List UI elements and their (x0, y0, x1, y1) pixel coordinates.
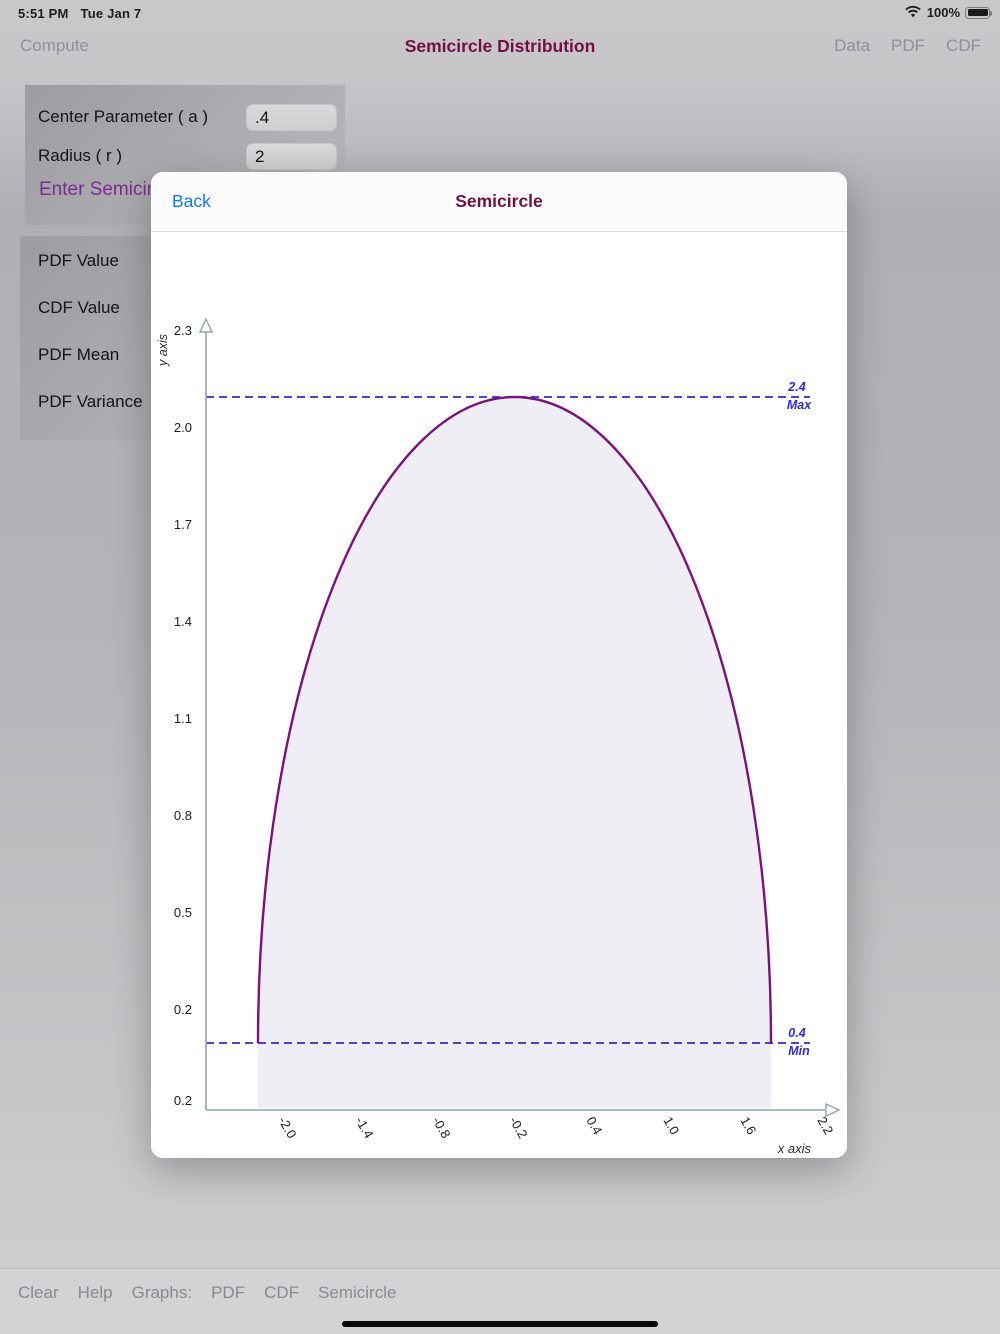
y-tick: 2.3 (174, 323, 192, 338)
x-tick: 1.0 (660, 1114, 682, 1137)
toolbar-graphs-label: Graphs: (132, 1283, 192, 1303)
y-axis-title: y axis (156, 334, 170, 367)
x-tick: 0.4 (583, 1114, 605, 1137)
y-tick: 0.5 (174, 905, 192, 920)
y-tick: 0.2 (174, 1002, 192, 1017)
x-tick: -1.4 (352, 1114, 376, 1141)
x-tick: 2.2 (814, 1114, 836, 1137)
status-time: 5:51 PM (18, 6, 69, 21)
radius-input[interactable] (246, 143, 337, 170)
pdf-mean-label: PDF Mean (38, 345, 119, 365)
nav-bar: Compute Semicircle Distribution Data PDF… (0, 28, 1000, 68)
status-date: Tue Jan 7 (81, 6, 142, 21)
nav-item-data[interactable]: Data (834, 36, 870, 56)
toolbar-cdf-button[interactable]: CDF (264, 1283, 299, 1303)
max-caption-label: Max (787, 398, 812, 412)
y-tick: 2.0 (174, 420, 192, 435)
y-tick: 0.2 (174, 1093, 192, 1108)
x-tick-labels: -2.0 -1.4 -0.8 -0.2 0.4 1.0 1.6 2.2 (275, 1114, 836, 1141)
semicircle-chart: 2.3 2.0 1.7 1.4 1.1 0.8 0.5 0.2 0.2 -2.0… (151, 172, 847, 1158)
home-indicator[interactable] (342, 1321, 658, 1327)
nav-item-cdf[interactable]: CDF (946, 36, 981, 56)
y-tick: 0.8 (174, 808, 192, 823)
toolbar-pdf-button[interactable]: PDF (211, 1283, 245, 1303)
x-axis-title: x axis (777, 1141, 812, 1156)
battery-icon (965, 7, 990, 19)
center-parameter-label: Center Parameter ( a ) (38, 107, 208, 127)
y-tick: 1.7 (174, 517, 192, 532)
status-time-date: 5:51 PM Tue Jan 7 (18, 6, 141, 21)
pdf-value-label: PDF Value (38, 251, 119, 271)
battery-percent-label: 100% (927, 5, 960, 20)
y-tick: 1.4 (174, 614, 192, 629)
y-tick-labels: 2.3 2.0 1.7 1.4 1.1 0.8 0.5 0.2 0.2 (174, 323, 192, 1108)
app-screen: 5:51 PM Tue Jan 7 100% Compute Semicircle… (0, 0, 1000, 1334)
radius-label: Radius ( r ) (38, 146, 122, 166)
status-bar: 5:51 PM Tue Jan 7 100% (0, 0, 1000, 28)
pdf-variance-label: PDF Variance (38, 392, 143, 412)
center-parameter-input[interactable] (246, 104, 337, 131)
min-caption-label: Min (788, 1044, 810, 1058)
y-tick: 1.1 (174, 711, 192, 726)
semicircle-graph-modal: Back Semicircle 2.3 2.0 1.7 1.4 1.1 (151, 172, 847, 1158)
max-value-label: 2.4 (787, 380, 805, 394)
toolbar-semicircle-button[interactable]: Semicircle (318, 1283, 396, 1303)
curve-fill-area (258, 397, 771, 1108)
nav-item-pdf[interactable]: PDF (891, 36, 925, 56)
x-tick: -0.2 (506, 1114, 530, 1141)
x-tick: -0.8 (429, 1114, 453, 1141)
y-axis-arrow-icon (200, 319, 212, 332)
wifi-icon (904, 6, 922, 19)
toolbar-help-button[interactable]: Help (78, 1283, 113, 1303)
min-value-label: 0.4 (788, 1026, 805, 1040)
x-tick: -2.0 (275, 1114, 299, 1141)
x-tick: 1.6 (737, 1114, 759, 1137)
toolbar-clear-button[interactable]: Clear (18, 1283, 59, 1303)
cdf-value-label: CDF Value (38, 298, 120, 318)
